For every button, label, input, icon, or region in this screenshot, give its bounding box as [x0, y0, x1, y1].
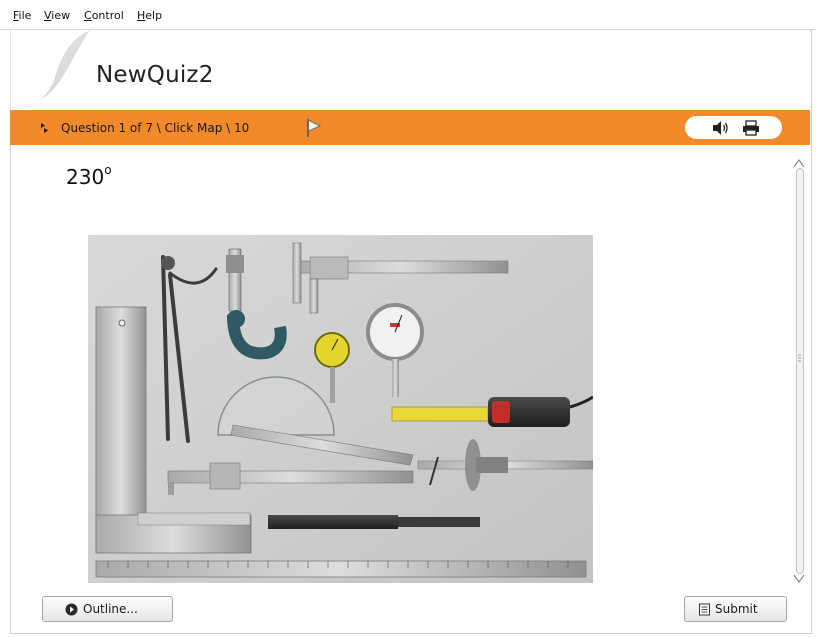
chevron-right-icon: [41, 123, 48, 133]
outline-button[interactable]: Outline...: [42, 596, 173, 622]
quiz-title: NewQuiz2: [96, 62, 214, 88]
speaker-icon[interactable]: [711, 120, 731, 136]
submit-button-label: Submit: [715, 602, 758, 616]
scroll-grip-icon: [798, 354, 801, 362]
circle-arrow-icon: [65, 603, 78, 616]
degree-mark: o: [104, 163, 112, 178]
scroll-down-icon[interactable]: [793, 574, 805, 584]
menu-view[interactable]: View: [44, 9, 70, 22]
scroll-up-icon[interactable]: [793, 158, 805, 168]
outline-button-label: Outline...: [83, 602, 138, 616]
vertical-scrollbar[interactable]: [792, 158, 806, 586]
printer-icon[interactable]: [741, 120, 761, 136]
question-value: 230: [66, 165, 105, 189]
menu-bar: File View Control Help: [0, 0, 816, 30]
tools-pill: [685, 116, 782, 139]
document-icon: [699, 603, 710, 616]
menu-help[interactable]: Help: [137, 9, 162, 22]
quiz-header: NewQuiz2: [10, 30, 810, 110]
scroll-track[interactable]: [796, 168, 804, 574]
click-map-image[interactable]: [88, 235, 593, 583]
question-breadcrumb: Question 1 of 7 \ Click Map \ 10: [61, 121, 250, 135]
flag-icon[interactable]: [305, 118, 323, 138]
question-text: 230o: [66, 163, 112, 189]
menu-file[interactable]: File: [13, 9, 31, 22]
reamer: [268, 515, 480, 529]
page-curl-graphic: [10, 30, 90, 110]
steel-rule: [95, 560, 587, 578]
menu-control[interactable]: Control: [84, 9, 124, 22]
submit-button[interactable]: Submit: [684, 596, 787, 622]
question-nav-bar: Question 1 of 7 \ Click Map \ 10: [10, 110, 810, 145]
